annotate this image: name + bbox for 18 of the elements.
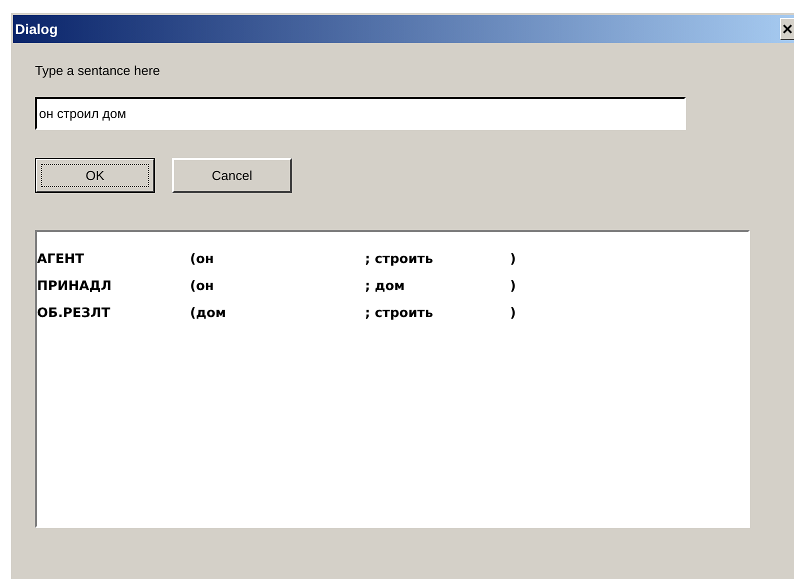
argument-text: (он bbox=[190, 279, 215, 294]
bracket-text: ) bbox=[510, 306, 517, 321]
prompt-label: Type a sentance here bbox=[35, 63, 160, 78]
bracket-text: ) bbox=[510, 252, 517, 267]
relation-text: АГЕНТ bbox=[37, 252, 85, 267]
argument-text: (он bbox=[190, 252, 215, 267]
bracket-text: ) bbox=[510, 279, 517, 294]
relation-text: ОБ.РЕЗЛТ bbox=[37, 306, 112, 321]
window-title: Dialog bbox=[14, 21, 58, 37]
argument-text: ; дом bbox=[365, 279, 406, 294]
cancel-button[interactable]: Cancel bbox=[172, 158, 292, 193]
sentence-field[interactable]: он строил дом bbox=[35, 97, 686, 130]
close-button[interactable]: × bbox=[780, 18, 794, 40]
relation-text: ПРИНАДЛ bbox=[37, 279, 113, 294]
ok-button[interactable]: OK bbox=[35, 158, 155, 193]
argument-text: ; строить bbox=[365, 252, 434, 267]
argument-text: ; строить bbox=[365, 306, 434, 321]
argument-text: (дом bbox=[190, 306, 227, 321]
